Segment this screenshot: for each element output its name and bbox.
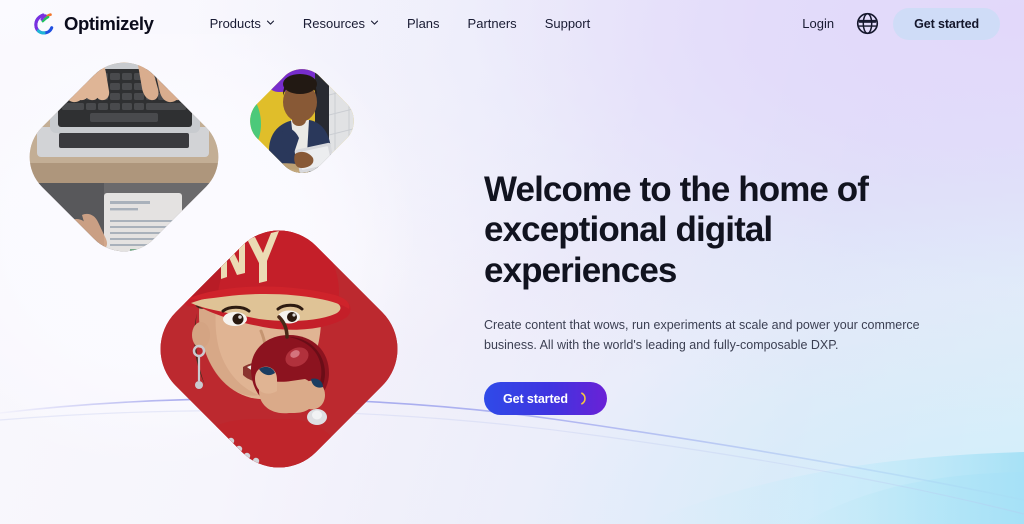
hero-cta-label: Get started xyxy=(503,391,568,406)
hero-image-hands-typing-on-laptop xyxy=(12,45,236,269)
hero-title: Welcome to the home of exceptional digit… xyxy=(484,170,869,290)
man-using-tablet-artwork xyxy=(239,58,365,184)
optimizely-swoosh-logo-icon xyxy=(34,12,54,34)
hero-subtitle: Create content that wows, run experiment… xyxy=(484,317,920,352)
nav-label-products: Products xyxy=(209,16,261,31)
chevron-down-icon xyxy=(370,20,379,25)
chevron-down-icon xyxy=(266,20,274,25)
woman-biting-apple-artwork xyxy=(139,209,419,489)
nav-item-support[interactable]: Support xyxy=(531,10,605,37)
header-get-started-button[interactable]: Get started xyxy=(893,7,1000,40)
nav-item-resources[interactable]: Resources xyxy=(289,10,393,37)
login-link[interactable]: Login xyxy=(790,10,846,37)
primary-navigation: Products Resources Plans Partners Suppor… xyxy=(196,10,605,37)
globe-icon[interactable] xyxy=(856,12,879,35)
brand-logo[interactable]: Optimizely xyxy=(31,11,154,37)
site-header: Optimizely Products Resources Plans Part… xyxy=(0,0,1024,47)
hero-image-woman-biting-apple xyxy=(139,209,419,489)
header-actions: Login Get started xyxy=(790,7,1000,40)
nav-label-plans: Plans xyxy=(407,16,440,31)
nav-item-plans[interactable]: Plans xyxy=(393,10,454,37)
nav-label-resources: Resources xyxy=(302,16,366,31)
nav-label-support: Support xyxy=(544,16,591,31)
page-root: Optimizely Products Resources Plans Part… xyxy=(0,0,1024,524)
nav-item-products[interactable]: Products xyxy=(196,10,289,37)
nav-item-partners[interactable]: Partners xyxy=(454,10,531,37)
hands-typing-on-laptop-artwork xyxy=(12,45,236,269)
hero-image-man-using-tablet xyxy=(239,58,365,184)
nav-label-partners: Partners xyxy=(467,16,517,31)
crescent-arc-icon xyxy=(580,392,586,405)
brand-name: Optimizely xyxy=(64,12,154,34)
hero-get-started-button[interactable]: Get started xyxy=(484,382,607,416)
hero-content: Welcome to the home of exceptional digit… xyxy=(484,170,936,416)
hero-image-collage xyxy=(0,0,520,524)
